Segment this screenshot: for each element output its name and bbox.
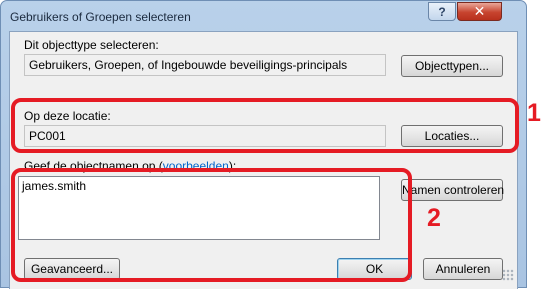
dialog-title: Gebruikers of Groepen selecteren — [10, 10, 191, 24]
callout-number-1: 1 — [527, 99, 541, 127]
callout-number-2: 2 — [427, 204, 441, 232]
cancel-button[interactable]: Annuleren — [423, 258, 503, 280]
highlight-frame-2 — [11, 168, 412, 282]
help-icon: ? — [438, 4, 446, 19]
close-icon: ✕ — [473, 3, 486, 19]
resize-grip-icon[interactable] — [502, 269, 514, 281]
object-type-field: Gebruikers, Groepen, of Ingebouwde bevei… — [24, 54, 386, 76]
object-type-label: Dit objecttype selecteren: — [24, 38, 159, 52]
help-button[interactable]: ? — [428, 2, 456, 21]
highlight-frame-1 — [11, 98, 519, 153]
title-bar[interactable]: Gebruikers of Groepen selecteren ? ✕ — [1, 1, 526, 31]
check-names-button[interactable]: Namen controleren — [401, 179, 504, 201]
close-button[interactable]: ✕ — [457, 2, 502, 21]
object-types-button[interactable]: Objecttypen... — [401, 55, 503, 77]
